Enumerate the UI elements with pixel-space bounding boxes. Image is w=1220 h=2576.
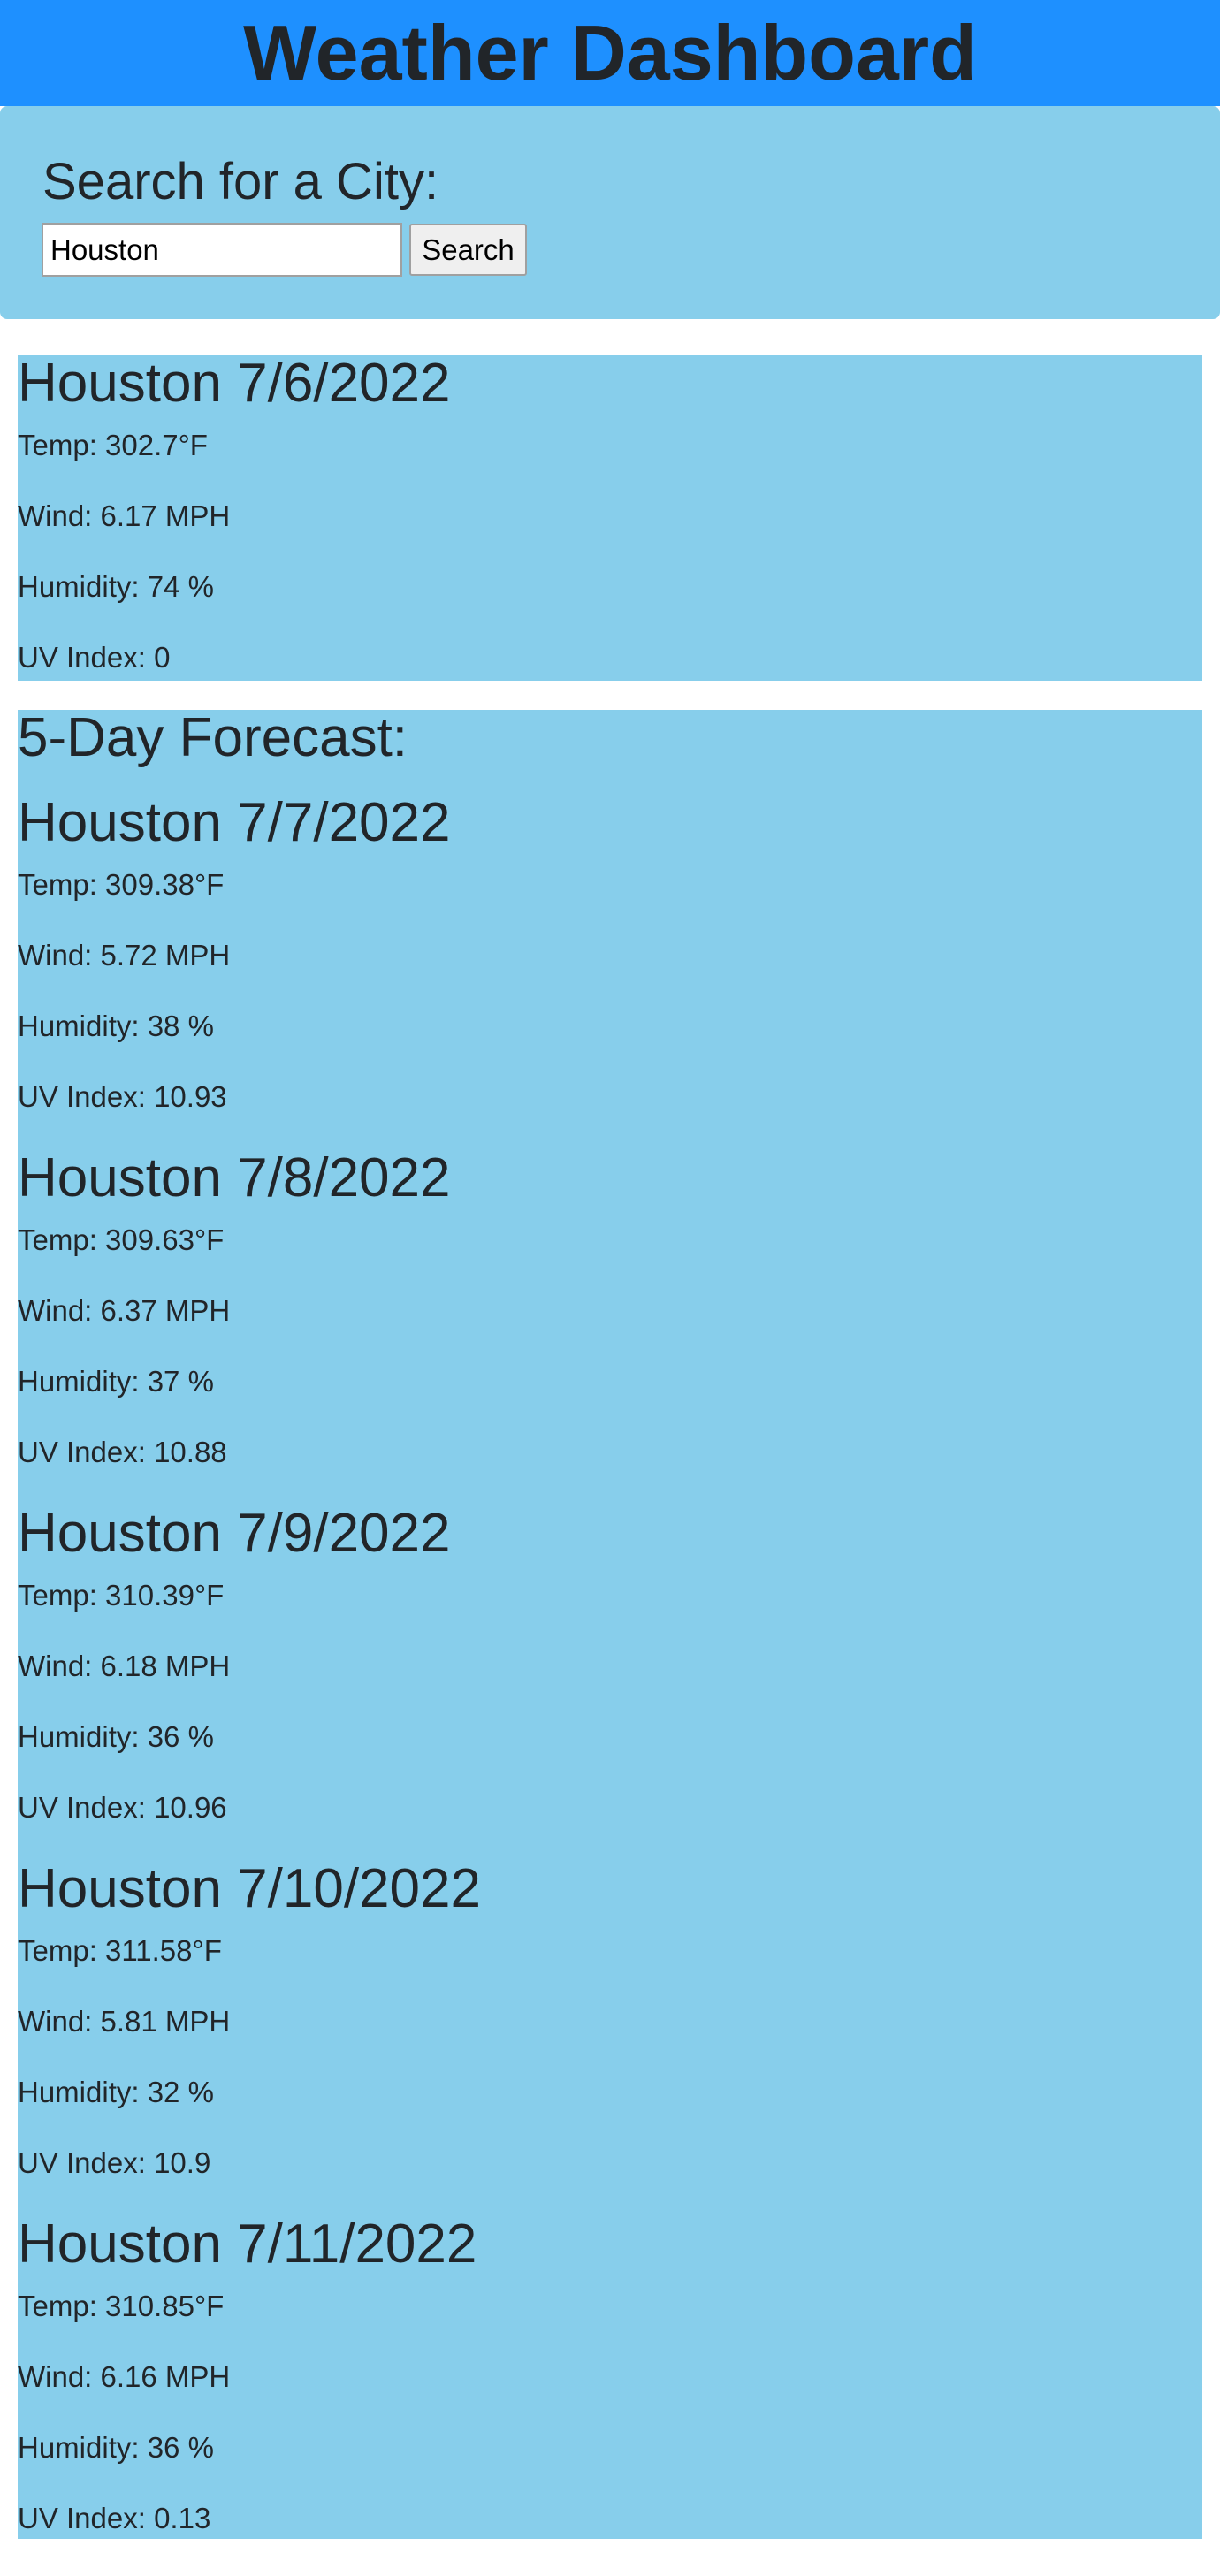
current-uv-index: UV Index: 0 (18, 641, 171, 674)
forecast-day-humidity: Humidity: 37 % (18, 1365, 214, 1398)
forecast-day-uv-index: UV Index: 10.9 (18, 2146, 211, 2179)
forecast-day-wind: Wind: 5.81 MPH (18, 2005, 231, 2038)
city-search-input[interactable] (42, 223, 402, 277)
forecast-panel: 5-Day Forecast: Houston 7/7/2022 Temp: 3… (18, 707, 1202, 2539)
forecast-day-heading: Houston 7/10/2022 (18, 1858, 481, 1919)
forecast-day-uv-index: UV Index: 10.88 (18, 1436, 227, 1468)
current-weather-panel: Houston 7/6/2022 Temp: 302.7°F Wind: 6.1… (18, 353, 1202, 681)
forecast-day-wind: Wind: 5.72 MPH (18, 939, 231, 972)
forecast-day-heading: Houston 7/11/2022 (18, 2214, 477, 2275)
forecast-title: 5-Day Forecast: (18, 707, 408, 768)
current-humidity: Humidity: 74 % (18, 570, 214, 603)
search-title: Search for a City: (42, 153, 439, 210)
search-button[interactable]: Search (409, 224, 527, 276)
forecast-day-wind: Wind: 6.16 MPH (18, 2360, 231, 2393)
forecast-day-temp: Temp: 311.58°F (18, 1934, 222, 1967)
forecast-day-humidity: Humidity: 36 % (18, 2431, 214, 2464)
forecast-day-heading: Houston 7/7/2022 (18, 792, 451, 853)
forecast-day-wind: Wind: 6.37 MPH (18, 1294, 231, 1327)
forecast-day-temp: Temp: 309.63°F (18, 1223, 225, 1256)
page-title: Weather Dashboard (243, 9, 977, 96)
forecast-day-wind: Wind: 6.18 MPH (18, 1650, 231, 1682)
forecast-day-humidity: Humidity: 36 % (18, 1720, 214, 1753)
current-wind: Wind: 6.17 MPH (18, 499, 231, 532)
forecast-day-uv-index: UV Index: 10.93 (18, 1080, 227, 1113)
forecast-day-uv-index: UV Index: 0.13 (18, 2502, 211, 2534)
forecast-day-humidity: Humidity: 38 % (18, 1010, 214, 1042)
current-weather-heading: Houston 7/6/2022 (18, 353, 451, 414)
forecast-day-heading: Houston 7/8/2022 (18, 1147, 451, 1208)
forecast-day-temp: Temp: 309.38°F (18, 868, 225, 901)
forecast-day-uv-index: UV Index: 10.96 (18, 1791, 227, 1824)
current-temp: Temp: 302.7°F (18, 429, 208, 461)
header-bar: Weather Dashboard (0, 0, 1220, 106)
forecast-day-temp: Temp: 310.85°F (18, 2290, 225, 2322)
forecast-day-heading: Houston 7/9/2022 (18, 1503, 451, 1564)
forecast-day-humidity: Humidity: 32 % (18, 2076, 214, 2108)
forecast-day-temp: Temp: 310.39°F (18, 1579, 225, 1612)
